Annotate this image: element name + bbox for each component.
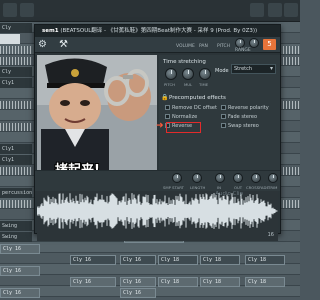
trim-knob[interactable] (268, 173, 278, 183)
pattern-clip[interactable]: Cly 18 (200, 277, 240, 287)
playlist-row (0, 242, 300, 253)
pattern-clip[interactable]: Cly 18 (245, 255, 285, 265)
waveform-label: Audio Clip (215, 191, 243, 197)
pattern-clip[interactable]: Cly 18 (200, 255, 240, 265)
track-label[interactable]: Cly1 (0, 78, 32, 88)
gear-icon[interactable]: ⚙ (38, 40, 47, 50)
track-clip-marker (0, 34, 20, 44)
remove-dc-checkbox[interactable]: Remove DC offset (165, 105, 217, 111)
pattern-ticks (0, 46, 32, 54)
track-label[interactable]: Cly (0, 23, 32, 33)
pan-knob[interactable] (249, 38, 259, 48)
pitch-knob[interactable] (165, 68, 177, 80)
pattern-clip[interactable]: Cly 16 (70, 255, 116, 265)
wrench-icon[interactable]: ⚒ (59, 39, 68, 50)
track-label[interactable]: percussion (0, 188, 32, 198)
track-label[interactable]: Cly1 (0, 155, 32, 165)
pattern-clip[interactable]: Cly 16 (120, 255, 156, 265)
knob-label: MUL (184, 82, 193, 87)
volume-label: VOLUME (176, 44, 195, 49)
arrow-icon: ➜ (156, 121, 164, 131)
playlist-toolbar (0, 0, 300, 22)
tool-icon[interactable] (20, 3, 34, 17)
time-stretching-title: Time stretching (163, 59, 206, 65)
knob-label: LENGTH (190, 185, 206, 190)
knob-label: OUT (234, 185, 243, 190)
pattern-ticks (0, 167, 32, 175)
volume-knob[interactable] (235, 38, 245, 48)
zoom-value[interactable]: 16 (268, 232, 274, 238)
pattern-ticks (283, 167, 300, 175)
knob-label: PITCH (164, 82, 176, 87)
pan-label: PAN (199, 44, 208, 49)
pattern-ticks (283, 101, 300, 109)
channel-settings-window: sem1 (BEATSOUL翻译 - 《甘蕉私鞋》第四期Beat制作大赛 - 采… (34, 24, 281, 241)
track-number[interactable]: 5 (263, 39, 276, 50)
pitch-label: PITCH (217, 44, 231, 49)
pattern-clip[interactable]: Cly 16 (120, 277, 156, 287)
pattern-clip[interactable]: Cly 18 (158, 277, 198, 287)
menu-icon[interactable] (3, 3, 17, 17)
knob-label: IN (217, 185, 221, 190)
pattern-clip[interactable]: Cly 16 (0, 288, 40, 298)
precomputed-title: Precomputed effects (169, 95, 226, 101)
smp-start-knob[interactable] (172, 173, 182, 183)
window-title: sem1 (BEATSOUL翻译 - 《甘蕉私鞋》第四期Beat制作大赛 - 采… (42, 28, 258, 34)
knob-label: SMP START (163, 185, 184, 190)
pattern-ticks (0, 123, 32, 131)
pattern-ticks (283, 57, 300, 65)
lock-icon: 🔒 (161, 94, 169, 101)
knob-label: TRIM (268, 185, 278, 190)
range-label: RANGE (235, 48, 251, 53)
time-knob[interactable] (199, 68, 211, 80)
playlist-row (0, 264, 300, 275)
tool-icon[interactable] (250, 3, 264, 17)
normalize-checkbox[interactable]: Normalize (165, 114, 197, 120)
in-knob[interactable] (215, 173, 225, 183)
pattern-ticks (283, 46, 300, 54)
reverse-highlight-box (166, 122, 201, 133)
waveform-graphic (37, 193, 278, 229)
pattern-clip[interactable]: Cly 16 (0, 266, 40, 276)
mode-label: Mode (215, 68, 229, 74)
pattern-clip[interactable]: Cly 16 (120, 288, 156, 298)
length-knob[interactable] (192, 173, 202, 183)
track-label[interactable]: Swing (0, 221, 32, 231)
track-label[interactable]: Cly (0, 67, 32, 77)
pattern-clip[interactable]: Cly 16 (0, 244, 40, 254)
pattern-ticks (0, 57, 32, 65)
sample-image: 拷起来! (37, 55, 157, 187)
track-label[interactable]: Swing (0, 232, 32, 242)
tool-icon[interactable] (268, 3, 282, 17)
mul-knob[interactable] (182, 68, 194, 80)
pattern-ticks (0, 101, 32, 109)
pattern-clip[interactable]: Cly 18 (158, 255, 198, 265)
swap-stereo-checkbox[interactable]: Swap stereo (221, 123, 259, 129)
reverse-polarity-checkbox[interactable]: Reverse polarity (221, 105, 269, 111)
pattern-clip[interactable]: Cly 18 (245, 277, 285, 287)
knob-label: CROSSFADE (246, 185, 269, 190)
knob-label: TIME (199, 82, 209, 87)
pattern-ticks (0, 200, 32, 208)
sample-knob-row: SMP START LENGTH IN OUT CROSSFADE TRIM (35, 170, 280, 191)
track-label[interactable]: Cly1 (0, 144, 32, 154)
pattern-ticks (283, 200, 300, 208)
tool-icon[interactable] (284, 3, 298, 17)
crossfade-knob[interactable] (251, 173, 261, 183)
fade-stereo-checkbox[interactable]: Fade stereo (221, 114, 257, 120)
waveform-display[interactable]: Audio Clip 16 (37, 191, 278, 241)
channel-toolbar: ⚙ ⚒ VOLUME PAN PITCH RANGE 5 (35, 37, 280, 53)
mode-select[interactable]: Stretch (231, 64, 276, 74)
out-knob[interactable] (233, 173, 243, 183)
window-titlebar[interactable]: sem1 (BEATSOUL翻译 - 《甘蕉私鞋》第四期Beat制作大赛 - 采… (35, 25, 280, 44)
pattern-clip[interactable]: Cly 16 (70, 277, 116, 287)
